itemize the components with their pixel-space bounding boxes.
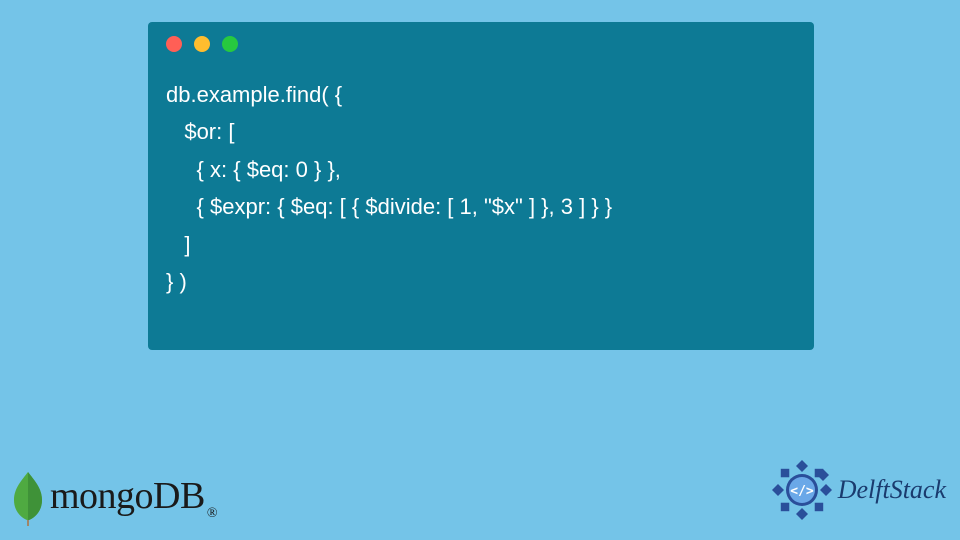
mongodb-leaf-icon [8,470,48,526]
delftstack-logo: </> DelftStack [770,458,946,522]
minimize-icon [194,36,210,52]
delftstack-badge-icon: </> [770,458,834,522]
code-block: db.example.find( { $or: [ { x: { $eq: 0 … [148,60,814,318]
maximize-icon [222,36,238,52]
mongodb-logo: mongoDB® [8,470,217,526]
svg-text:</>: </> [790,484,814,499]
close-icon [166,36,182,52]
mongodb-text: mongoDB® [50,474,217,522]
delftstack-text: DelftStack [838,475,946,505]
code-window: db.example.find( { $or: [ { x: { $eq: 0 … [148,22,814,350]
window-controls [148,22,814,60]
